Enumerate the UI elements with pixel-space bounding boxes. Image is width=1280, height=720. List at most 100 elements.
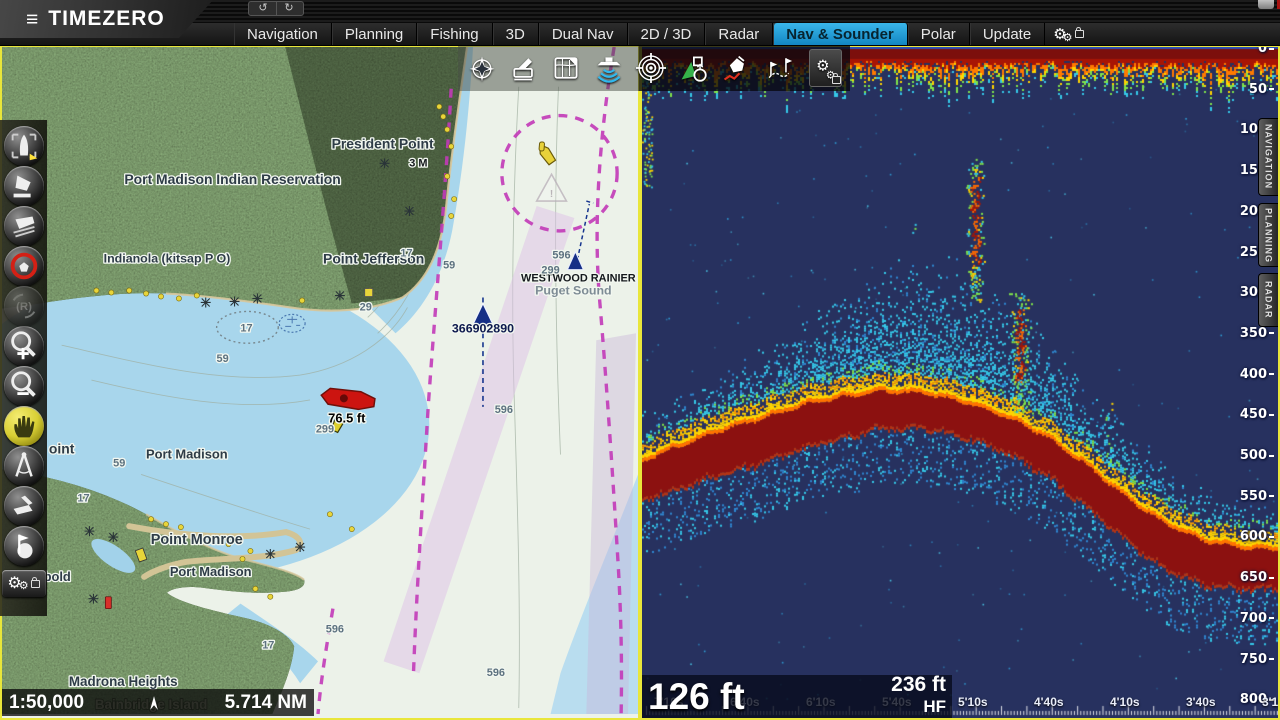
app-logo[interactable]: ≡ TIMEZERO <box>0 0 213 38</box>
chart-label: 596 <box>487 667 505 679</box>
chart-map[interactable]: ! <box>2 47 638 718</box>
annotate-icon[interactable] <box>508 50 539 86</box>
sounder-readout: 126 ft 236 ft HF <box>642 675 952 718</box>
chart-label: Indianola (kitsap P O) <box>104 252 231 266</box>
time-tick-label: 4'40s <box>1034 695 1064 709</box>
chart-scale-value: 1:50,000 <box>9 692 84 714</box>
side-tab-radar[interactable]: RADAR <box>1258 273 1278 327</box>
workspace-menubar: NavigationPlanningFishing3DDual Nav2D / … <box>0 23 1280 46</box>
rock-symbol <box>84 526 94 536</box>
zoom-out-icon[interactable] <box>4 366 44 406</box>
chart-label: 29 <box>360 301 372 313</box>
chart-label: 596 <box>326 624 344 636</box>
vessel-route-icon[interactable] <box>4 166 44 206</box>
vessel-note-icon[interactable] <box>4 486 44 526</box>
north-arrow-icon <box>144 692 164 714</box>
timezero-app: ≡ TIMEZERO ↺ ↻ NavigationPlanningFishing… <box>0 0 1280 720</box>
radar-target-icon[interactable] <box>635 50 666 86</box>
buoy-symbol <box>253 586 258 591</box>
track-boat-icon[interactable] <box>720 50 751 86</box>
time-tick-label: 5'10s <box>958 695 988 709</box>
rock-symbol <box>404 206 414 216</box>
measure-dividers-icon[interactable] <box>4 446 44 486</box>
settings-gears-icon[interactable]: ⚙⚙ <box>809 49 842 87</box>
menu-tab-nav-sounder[interactable]: Nav & Sounder <box>773 23 908 45</box>
buoy-symbol <box>445 127 450 132</box>
menu-tab-navigation[interactable]: Navigation <box>234 23 332 45</box>
depth-scale-label: 600 <box>1240 529 1274 544</box>
depth-scale-label: 500 <box>1240 448 1274 463</box>
rock-symbol <box>380 158 390 168</box>
side-tab-navigation[interactable]: NAVIGATION <box>1258 118 1278 196</box>
route-plan-icon[interactable] <box>762 50 793 86</box>
red-mark-symbol <box>105 597 111 609</box>
chart-label: 17 <box>77 492 89 504</box>
menu-tab-update[interactable]: Update <box>970 23 1045 45</box>
svg-text:!: ! <box>550 189 553 200</box>
depth-scale-label: 750 <box>1240 652 1274 667</box>
buoy-symbol <box>437 104 442 109</box>
buoy-symbol <box>240 556 245 561</box>
buoy-symbol <box>327 512 332 517</box>
buoy-symbol <box>268 594 273 599</box>
sounder-boat-icon[interactable] <box>593 50 624 86</box>
chart-panel[interactable]: ! <box>0 45 640 720</box>
menu-tab-dual-nav[interactable]: Dual Nav <box>539 23 628 45</box>
goto-mark-icon[interactable] <box>678 50 709 86</box>
buoy-symbol <box>163 522 168 527</box>
chart-label: Puget Sound <box>535 284 611 298</box>
menu-tab-2d-3d[interactable]: 2D / 3D <box>628 23 706 45</box>
chart-label: 299 <box>541 265 559 277</box>
chart-label: oint <box>49 441 75 457</box>
buoy-symbol <box>449 213 454 218</box>
sounder-panel[interactable]: 0501001502002503003504004505005506006507… <box>640 45 1280 720</box>
auto-rotate-icon[interactable]: (R) <box>4 286 44 326</box>
buoy-symbol <box>248 548 253 553</box>
workspace-settings-icon[interactable]: ⚙⚙ <box>1053 23 1083 45</box>
compass-rose-icon[interactable] <box>466 50 497 86</box>
undo-button[interactable]: ↺ <box>251 2 275 15</box>
pan-hand-icon[interactable] <box>4 406 44 446</box>
chart-distance-value: 5.714 NM <box>225 692 307 714</box>
secondary-depth-readout: 236 ft <box>891 673 946 697</box>
mob-icon[interactable] <box>4 246 44 286</box>
vessel-3d-icon[interactable] <box>4 206 44 246</box>
redo-button[interactable]: ↻ <box>276 2 301 15</box>
buoy-symbol <box>176 296 181 301</box>
menu-tab-radar[interactable]: Radar <box>705 23 773 45</box>
center-vessel-icon[interactable] <box>4 126 44 166</box>
rock-symbol <box>88 594 98 604</box>
menu-tab-planning[interactable]: Planning <box>332 23 417 45</box>
chart-label: 59 <box>443 260 455 272</box>
rock-symbol <box>295 542 305 552</box>
tools-gears-icon[interactable]: ⚙⚙ <box>2 570 46 597</box>
hamburger-menu-icon[interactable]: ≡ <box>26 9 38 30</box>
buoy-symbol <box>449 144 454 149</box>
menu-tab-polar[interactable]: Polar <box>908 23 970 45</box>
chart-label: Port Madison Indian Reservation <box>124 171 340 187</box>
buoy-symbol <box>300 298 305 303</box>
daymark-symbol <box>365 289 373 297</box>
rock-symbol <box>265 549 275 559</box>
buoy-symbol <box>194 293 199 298</box>
zoom-in-icon[interactable] <box>4 326 44 366</box>
waypoint-flag-icon[interactable] <box>4 526 44 566</box>
svg-text:(R): (R) <box>16 301 32 313</box>
menu-tab-fishing[interactable]: Fishing <box>417 23 492 45</box>
chart-label: Port Madison <box>146 447 228 462</box>
depth-scale-label: 700 <box>1240 611 1274 626</box>
buoy-symbol <box>445 174 450 179</box>
chart-label: 17 <box>262 639 274 651</box>
side-tab-planning[interactable]: PLANNING <box>1258 203 1278 267</box>
undo-redo-group: ↺ ↻ <box>248 1 304 16</box>
sounder-echogram[interactable] <box>642 47 1278 718</box>
rock-symbol <box>201 298 211 308</box>
minimize-button[interactable] <box>1258 0 1274 9</box>
chart-label: 596 <box>552 250 570 262</box>
buoy-symbol <box>148 517 153 522</box>
rock-symbol <box>108 532 118 542</box>
depth-scale-label: 0 <box>1258 45 1274 56</box>
menu-tab-3d[interactable]: 3D <box>493 23 539 45</box>
depth-scale-label: 450 <box>1240 407 1274 422</box>
chart-view-icon[interactable] <box>551 50 582 86</box>
